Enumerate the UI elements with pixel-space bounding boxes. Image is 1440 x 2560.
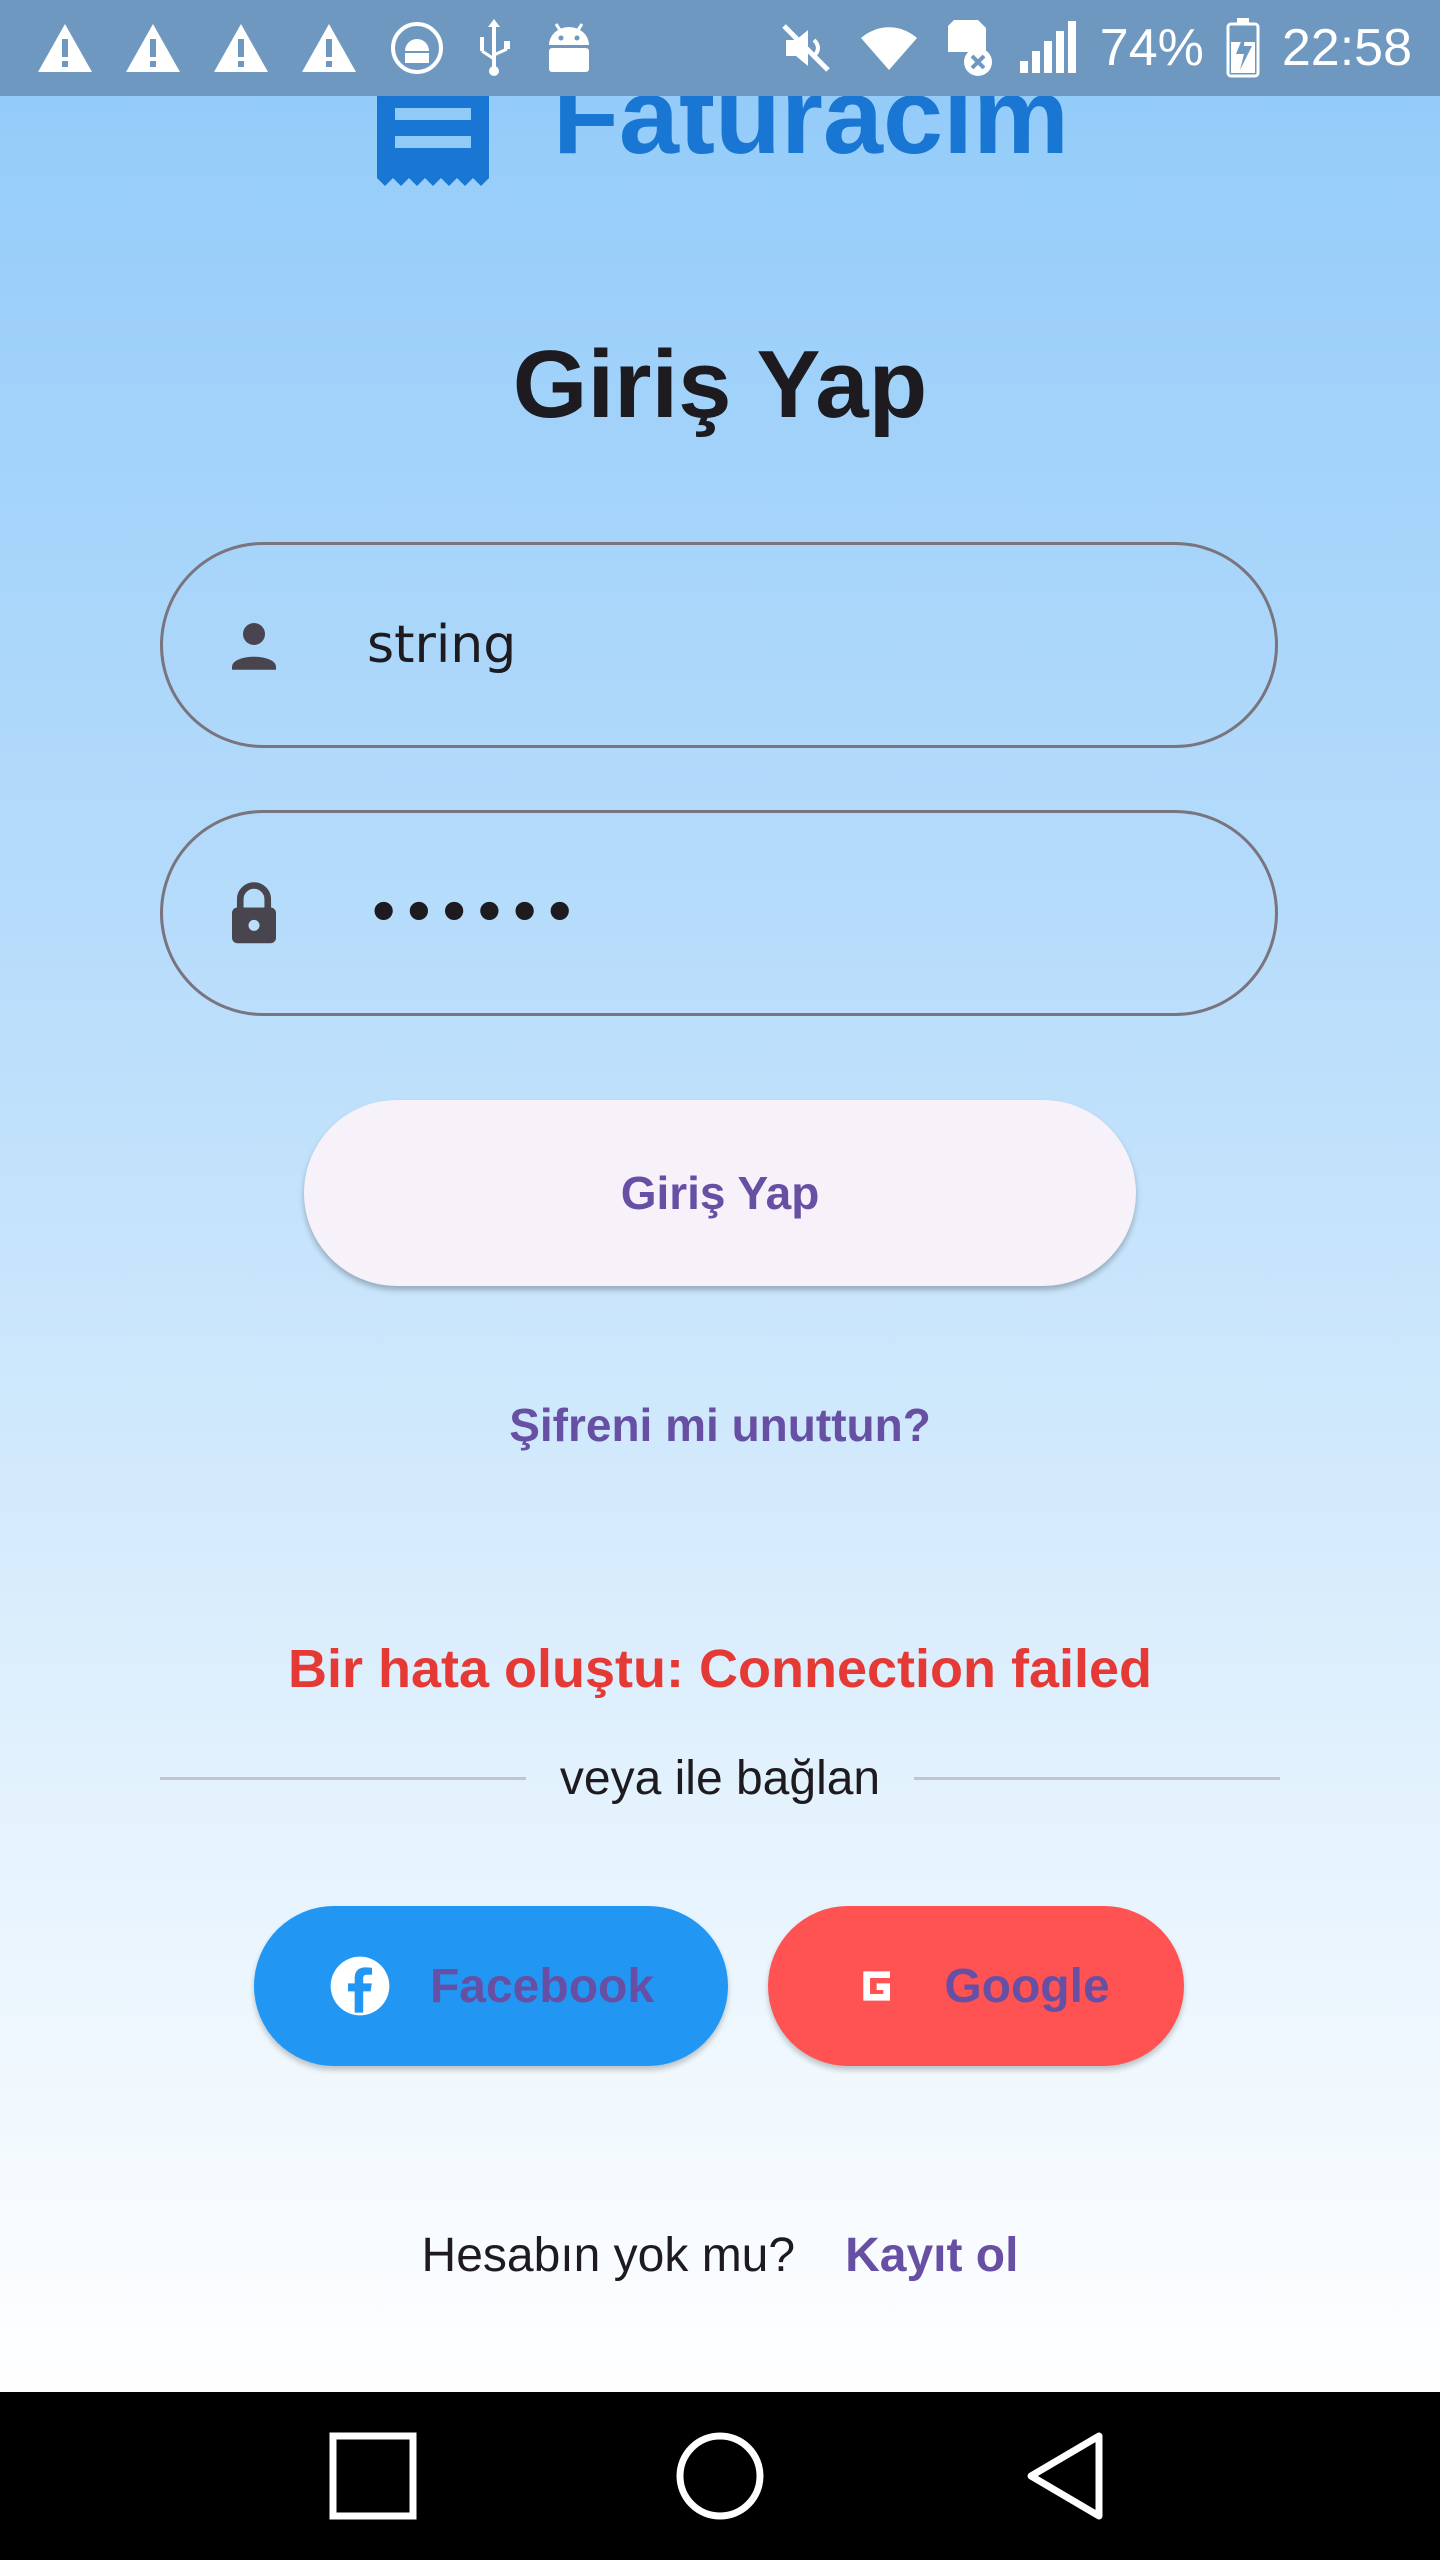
google-icon	[863, 1971, 891, 2001]
mute-icon	[782, 24, 830, 72]
password-value: ••••••	[367, 883, 579, 943]
username-field[interactable]: string	[160, 542, 1278, 748]
signup-question: Hesabın yok mu?	[421, 2229, 796, 2282]
username-value: string	[367, 615, 517, 675]
warning-icon	[214, 24, 268, 72]
google-login-button[interactable]: Google	[768, 1906, 1184, 2066]
signal-icon	[1019, 21, 1076, 73]
home-icon[interactable]	[670, 2426, 770, 2526]
usb-icon	[480, 19, 510, 76]
signup-link[interactable]: Kayıt ol	[845, 2228, 1018, 2283]
clock: 22:58	[1281, 19, 1412, 77]
forgot-password-link[interactable]: Şifreni mi unuttun?	[0, 1398, 1440, 1452]
battery-charging-icon	[1226, 18, 1260, 78]
password-field[interactable]: ••••••	[160, 810, 1278, 1016]
back-icon[interactable]	[1017, 2426, 1117, 2526]
divider-line	[914, 1776, 1281, 1780]
divider-line	[160, 1776, 526, 1780]
page-title: Giriş Yap	[512, 331, 928, 438]
facebook-icon	[330, 1956, 390, 2016]
signup-row: Hesabın yok mu? Kayıt ol	[0, 2228, 1440, 2283]
status-bar-notifications	[36, 19, 626, 77]
android-sync-icon	[391, 22, 443, 74]
status-bar: 74% 22:58	[0, 0, 1440, 96]
warning-icon	[126, 24, 180, 72]
warning-icon	[38, 24, 92, 72]
facebook-label: Facebook	[429, 1959, 655, 2013]
status-bar-system: 74% 22:58	[756, 18, 1412, 78]
login-button[interactable]: Giriş Yap	[304, 1100, 1136, 1286]
person-icon	[232, 623, 276, 670]
android-icon	[549, 23, 589, 72]
battery-percent: 74%	[1099, 19, 1204, 77]
recents-icon[interactable]	[323, 2426, 423, 2526]
sd-card-error-icon	[947, 20, 992, 76]
lock-icon	[232, 882, 276, 944]
social-divider: veya ile bağlan	[160, 1748, 1281, 1808]
wifi-icon	[860, 27, 917, 70]
warning-icon	[302, 24, 356, 72]
facebook-login-button[interactable]: Facebook	[254, 1906, 728, 2066]
google-label: Google	[944, 1959, 1110, 2013]
divider-text: veya ile bağlan	[559, 1751, 881, 1805]
system-nav-bar	[0, 2392, 1440, 2560]
error-message: Bir hata oluştu: Connection failed	[287, 1639, 1153, 1699]
